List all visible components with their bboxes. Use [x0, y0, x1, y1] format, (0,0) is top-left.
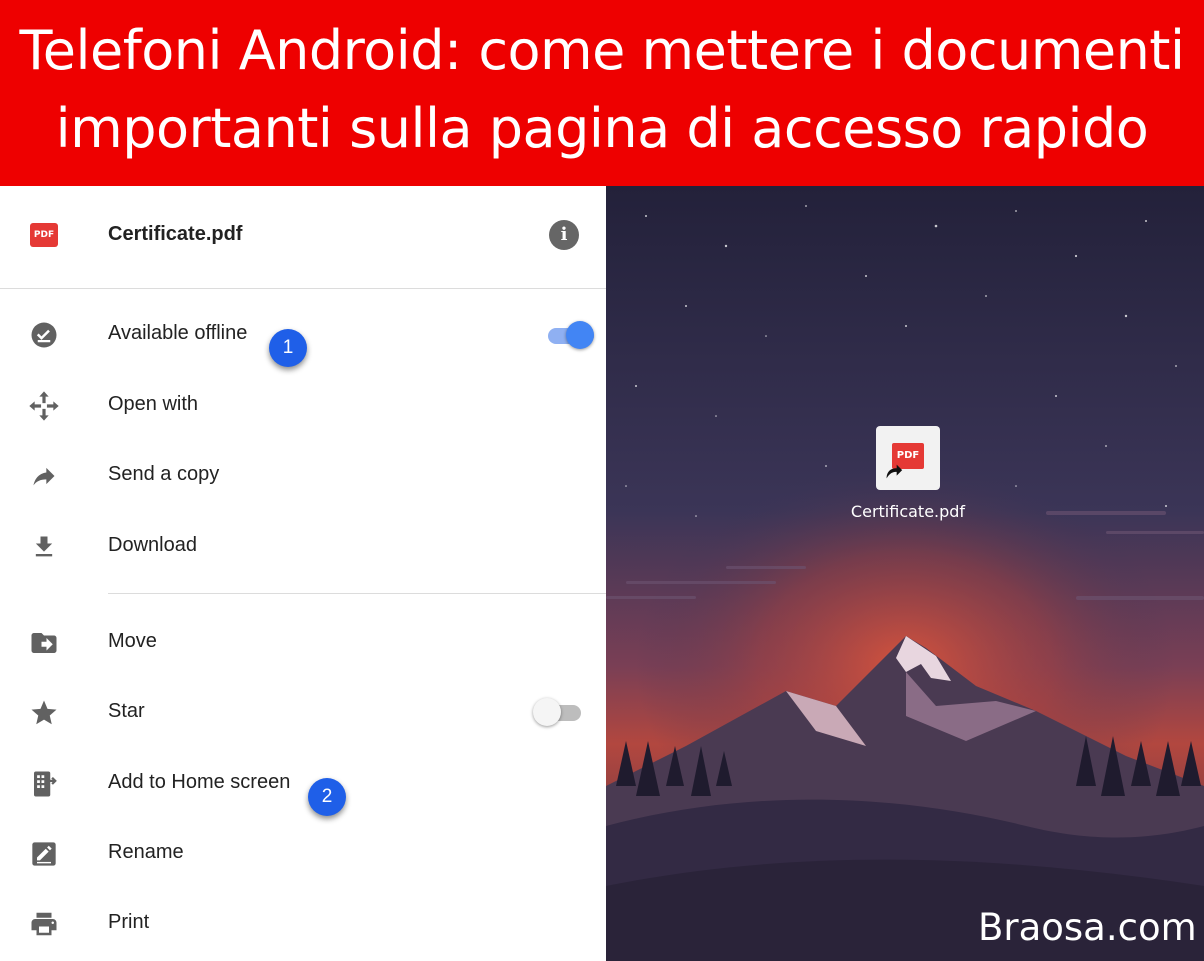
menu-label-print: Print: [108, 911, 150, 933]
pdf-shortcut-icon[interactable]: PDF: [876, 426, 940, 490]
shortcut-label: Certificate.pdf: [850, 502, 966, 521]
file-header: PDF Certificate.pdf i: [0, 186, 606, 289]
pdf-file-icon: PDF: [30, 223, 58, 247]
menu-label-move: Move: [108, 630, 157, 652]
menu-label-add-home-screen: Add to Home screen: [108, 771, 291, 793]
file-name: Certificate.pdf: [108, 223, 243, 245]
offline-check-icon: [28, 319, 60, 351]
open-with-icon: [28, 390, 60, 422]
menu-item-open-with[interactable]: Open with: [0, 376, 606, 436]
star-icon: [28, 697, 60, 729]
menu-item-add-home-screen[interactable]: Add to Home screen: [0, 754, 606, 814]
banner-title-line-1: Telefoni Android: come mettere i documen…: [19, 19, 1185, 82]
menu-label-send-copy: Send a copy: [108, 463, 220, 485]
banner-title-line-2: importanti sulla pagina di accesso rapid…: [55, 97, 1149, 160]
star-toggle[interactable]: [533, 697, 581, 727]
menu-item-star[interactable]: Star: [0, 683, 606, 743]
menu-label-open-with: Open with: [108, 393, 199, 415]
step-badge-1: 1: [269, 329, 307, 367]
add-home-screen-icon: [28, 768, 60, 800]
rename-pencil-icon: [28, 838, 60, 870]
home-screen-wallpaper: PDF Certificate.pdf Braosa.com: [606, 186, 1204, 961]
available-offline-toggle[interactable]: [548, 320, 594, 350]
menu-item-rename[interactable]: Rename: [0, 824, 606, 884]
title-banner: Telefoni Android: come mettere i documen…: [0, 0, 1204, 186]
menu-divider: [108, 593, 606, 594]
menu-label-download: Download: [108, 534, 197, 556]
step-badge-2: 2: [308, 778, 346, 816]
menu-item-move[interactable]: Move: [0, 613, 606, 673]
move-folder-icon: [28, 627, 60, 659]
watermark: Braosa.com: [978, 906, 1197, 949]
menu-item-download[interactable]: Download: [0, 517, 606, 577]
menu-item-send-copy[interactable]: Send a copy: [0, 446, 606, 506]
mountain-night-wallpaper: [606, 186, 1204, 961]
menu-item-print[interactable]: Print: [0, 894, 606, 954]
file-actions-sheet: PDF Certificate.pdf i Available offline …: [0, 186, 606, 961]
share-arrow-icon: [28, 460, 60, 492]
shortcut-arrow-icon: [882, 460, 904, 482]
menu-label-rename: Rename: [108, 841, 184, 863]
print-icon: [28, 908, 60, 940]
menu-label-star: Star: [108, 700, 145, 722]
info-icon[interactable]: i: [549, 220, 579, 250]
menu-label-available-offline: Available offline: [108, 322, 248, 344]
download-icon: [28, 531, 60, 563]
